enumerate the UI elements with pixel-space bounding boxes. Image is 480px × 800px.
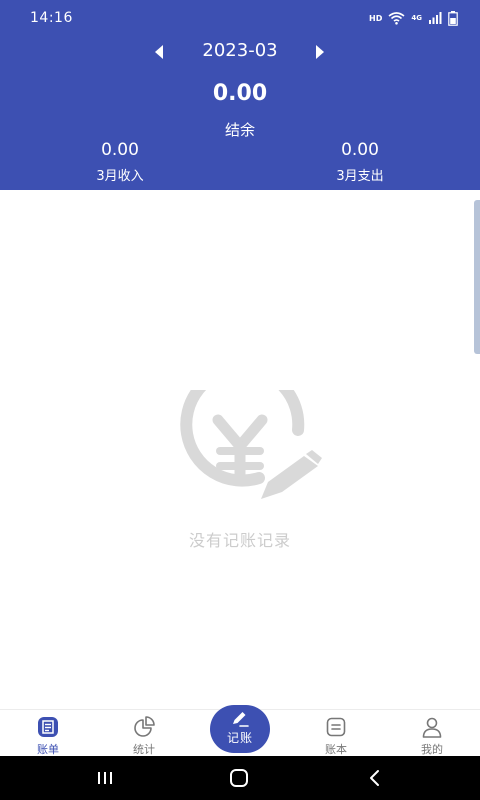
add-record-button[interactable]: 记账 [210,705,270,753]
yen-pen-icon [180,390,322,499]
add-record-label: 记账 [226,731,253,745]
status-bar: 14:16 HD 4G [0,0,480,36]
battery-icon [448,10,458,26]
current-month[interactable]: 2023-03 [170,40,310,61]
balance-label: 结余 [224,121,255,139]
next-month-button[interactable] [313,43,327,61]
wifi-icon [388,12,405,25]
recents-icon[interactable] [90,766,120,790]
tab-label: 我的 [421,743,443,756]
pen-icon [233,712,249,727]
home-icon[interactable] [224,766,254,790]
scrollbar-thumb[interactable] [474,200,480,354]
balance-value: 0.00 [212,81,268,106]
ledger-icon [326,717,346,737]
tab-label: 账单 [37,743,59,756]
status-icons: HD 4G [369,10,458,26]
network-type: 4G [411,14,422,22]
bill-list-icon [38,717,58,737]
expense-label: 3月支出 [336,169,384,184]
expense-summary: 0.00 3月支出 [290,139,430,184]
expense-value: 0.00 [341,140,379,160]
screen: 14:16 HD 4G 2023-03 0.00 结余 0.00 3月收入 0.… [0,0,480,800]
income-summary: 0.00 3月收入 [50,139,190,184]
back-icon[interactable] [360,766,390,790]
hd-indicator: HD [369,13,383,23]
tab-label: 统计 [133,743,155,756]
tab-mine[interactable]: 我的 [392,710,472,757]
prev-month-button[interactable] [152,43,166,61]
income-label: 3月收入 [96,169,144,184]
tab-books[interactable]: 账本 [296,710,376,757]
empty-state-text: 没有记账记录 [188,531,291,550]
signal-icon [429,12,442,24]
income-value: 0.00 [101,140,139,160]
tab-label: 账本 [325,743,347,756]
status-time: 14:16 [30,10,73,26]
person-icon [422,717,442,738]
header: 14:16 HD 4G 2023-03 0.00 结余 0.00 3月收入 0.… [0,0,480,190]
tab-bills[interactable]: 账单 [8,710,88,757]
pie-chart-icon [134,716,155,737]
month-selector: 2023-03 [0,38,480,66]
empty-state: 没有记账记录 [150,390,330,550]
tab-stats[interactable]: 统计 [104,710,184,757]
system-nav-bar [0,756,480,800]
